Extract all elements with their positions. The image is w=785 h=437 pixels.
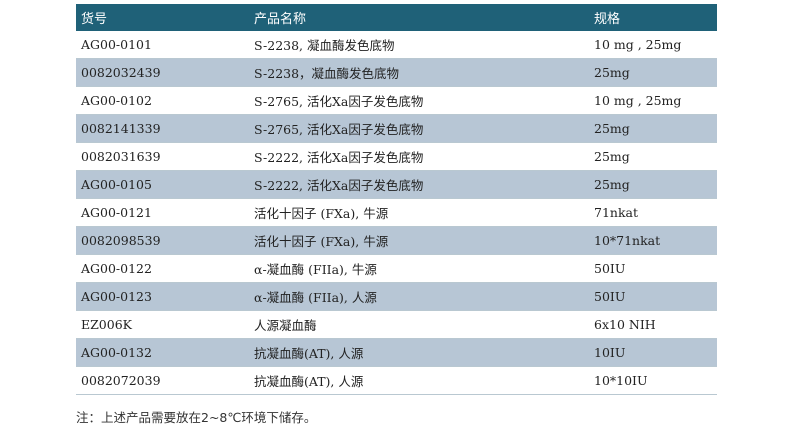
cell-code: AG00-0121 [76,198,249,227]
cell-spec: 50IU [589,282,717,311]
table-row: 0082031639 S-2222, 活化Xa因子发色底物 25mg [76,142,717,171]
cell-code: 0082072039 [76,366,249,395]
header-name: 产品名称 [249,4,589,31]
cell-code: AG00-0102 [76,86,249,115]
cell-code: AG00-0101 [76,31,249,59]
table-row: AG00-0122 α-凝血酶 (FIIa), 牛源 50IU [76,254,717,283]
cell-spec: 10IU [589,338,717,367]
cell-code: EZ006K [76,310,249,339]
table-row: AG00-0102 S-2765, 活化Xa因子发色底物 10 mg , 25mg [76,86,717,115]
cell-spec: 50IU [589,254,717,283]
cell-code: AG00-0132 [76,338,249,367]
cell-name: S-2765, 活化Xa因子发色底物 [249,114,589,143]
header-row: 货号 产品名称 规格 [76,4,717,31]
cell-name: α-凝血酶 (FIIa), 牛源 [249,254,589,283]
cell-name: 抗凝血酶(AT), 人源 [249,366,589,395]
header-code: 货号 [76,4,249,31]
product-table: 货号 产品名称 规格 AG00-0101 S-2238, 凝血酶发色底物 10 mg… [76,4,717,395]
cell-code: AG00-0123 [76,282,249,311]
cell-name: 抗凝血酶(AT), 人源 [249,338,589,367]
table-row: AG00-0121 活化十因子 (FXa), 牛源 71nkat [76,198,717,227]
cell-code: AG00-0122 [76,254,249,283]
cell-name: S-2765, 活化Xa因子发色底物 [249,86,589,115]
cell-spec: 25mg [589,142,717,171]
cell-code: 0082141339 [76,114,249,143]
table-row: 0082072039 抗凝血酶(AT), 人源 10*10IU [76,366,717,395]
cell-code: 0082032439 [76,58,249,87]
cell-spec: 71nkat [589,198,717,227]
cell-name: S-2238，凝血酶发色底物 [249,58,589,87]
table-row: EZ006K 人源凝血酶 6x10 NIH [76,310,717,339]
cell-code: 0082098539 [76,226,249,255]
table-header: 货号 产品名称 规格 [76,4,717,31]
product-table-container: 货号 产品名称 规格 AG00-0101 S-2238, 凝血酶发色底物 10 mg… [76,4,717,395]
cell-spec: 10*71nkat [589,226,717,255]
cell-spec: 10 mg , 25mg [589,31,717,59]
table-row: AG00-0105 S-2222, 活化Xa因子发色底物 25mg [76,170,717,199]
header-spec: 规格 [589,4,717,31]
table-body: AG00-0101 S-2238, 凝血酶发色底物 10 mg , 25mg 0082… [76,31,717,395]
table-row: AG00-0101 S-2238, 凝血酶发色底物 10 mg , 25mg [76,31,717,59]
cell-spec: 6x10 NIH [589,310,717,339]
table-row: AG00-0132 抗凝血酶(AT), 人源 10IU [76,338,717,367]
cell-spec: 10*10IU [589,366,717,395]
cell-name: α-凝血酶 (FIIa), 人源 [249,282,589,311]
table-row: AG00-0123 α-凝血酶 (FIIa), 人源 50IU [76,282,717,311]
table-row: 0082032439 S-2238，凝血酶发色底物 25mg [76,58,717,87]
cell-spec: 25mg [589,114,717,143]
storage-note: 注：上述产品需要放在2~8℃环境下储存。 [76,410,317,425]
cell-spec: 10 mg , 25mg [589,86,717,115]
table-row: 0082141339 S-2765, 活化Xa因子发色底物 25mg [76,114,717,143]
cell-name: 活化十因子 (FXa), 牛源 [249,198,589,227]
table-row: 0082098539 活化十因子 (FXa), 牛源 10*71nkat [76,226,717,255]
cell-code: AG00-0105 [76,170,249,199]
cell-name: S-2222, 活化Xa因子发色底物 [249,170,589,199]
cell-name: S-2238, 凝血酶发色底物 [249,31,589,59]
cell-spec: 25mg [589,58,717,87]
cell-code: 0082031639 [76,142,249,171]
cell-name: 活化十因子 (FXa), 牛源 [249,226,589,255]
cell-name: S-2222, 活化Xa因子发色底物 [249,142,589,171]
cell-spec: 25mg [589,170,717,199]
cell-name: 人源凝血酶 [249,310,589,339]
